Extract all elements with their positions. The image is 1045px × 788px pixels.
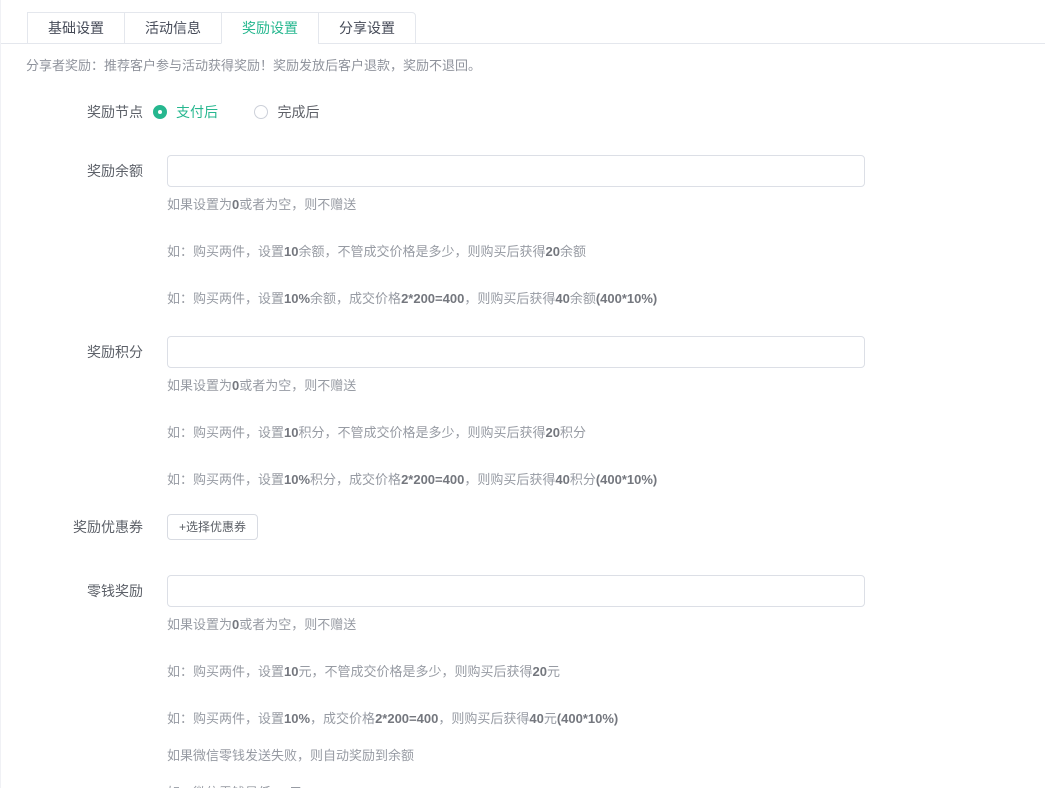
radio-selected-icon bbox=[153, 105, 167, 119]
tip-line: 如：购买两件，设置10余额，不管成交价格是多少，则购买后获得20余额 bbox=[167, 243, 865, 261]
tab-activity-info[interactable]: 活动信息 bbox=[124, 12, 222, 44]
radio-unselected-icon bbox=[254, 105, 268, 119]
radio-after-payment-label: 支付后 bbox=[176, 102, 218, 122]
tip-line: 如：购买两件，设置10元，不管成交价格是多少，则购买后获得20元 bbox=[167, 663, 865, 681]
reward-node-label: 奖励节点 bbox=[1, 102, 143, 122]
radio-after-completion[interactable]: 完成后 bbox=[254, 102, 319, 122]
reward-points-tips: 如果设置为0或者为空，则不赠送 如：购买两件，设置10积分，不管成交价格是多少，… bbox=[167, 377, 865, 489]
cash-reward-label: 零钱奖励 bbox=[1, 575, 143, 607]
cash-reward-row: 零钱奖励 如果设置为0或者为空，则不赠送 如：购买两件，设置10元，不管成交价格… bbox=[1, 575, 1045, 788]
select-coupon-button[interactable]: +选择优惠券 bbox=[167, 514, 258, 540]
tip-line: 如：购买两件，设置10%积分，成交价格2*200=400，则购买后获得40积分(… bbox=[167, 471, 865, 489]
reward-node-row: 奖励节点 支付后 完成后 bbox=[1, 102, 1045, 125]
tip-line: 如果设置为0或者为空，则不赠送 bbox=[167, 196, 865, 214]
reward-coupon-row: 奖励优惠券 +选择优惠券 bbox=[1, 514, 1045, 540]
radio-after-payment[interactable]: 支付后 bbox=[153, 102, 218, 122]
reward-coupon-label: 奖励优惠券 bbox=[1, 514, 143, 540]
cash-reward-input[interactable] bbox=[167, 575, 865, 607]
tip-line: 如果微信零钱发送失败，则自动奖励到余额 bbox=[167, 747, 865, 765]
tab-bar: 基础设置 活动信息 奖励设置 分享设置 bbox=[1, 0, 1045, 44]
sharer-reward-description: 分享者奖励：推荐客户参与活动获得奖励！奖励发放后客户退款，奖励不退回。 bbox=[26, 57, 1045, 75]
reward-balance-row: 奖励余额 如果设置为0或者为空，则不赠送 如：购买两件，设置10余额，不管成交价… bbox=[1, 155, 1045, 308]
reward-balance-label: 奖励余额 bbox=[1, 155, 143, 187]
radio-after-completion-label: 完成后 bbox=[277, 102, 319, 122]
tab-share-settings[interactable]: 分享设置 bbox=[318, 12, 416, 44]
reward-settings-page: 基础设置 活动信息 奖励设置 分享设置 分享者奖励：推荐客户参与活动获得奖励！奖… bbox=[0, 0, 1045, 788]
reward-points-input[interactable] bbox=[167, 336, 865, 368]
tip-line: 如果设置为0或者为空，则不赠送 bbox=[167, 377, 865, 395]
tip-line: 如：购买两件，设置10积分，不管成交价格是多少，则购买后获得20积分 bbox=[167, 424, 865, 442]
reward-points-row: 奖励积分 如果设置为0或者为空，则不赠送 如：购买两件，设置10积分，不管成交价… bbox=[1, 336, 1045, 489]
reward-points-label: 奖励积分 bbox=[1, 336, 143, 368]
reward-balance-input[interactable] bbox=[167, 155, 865, 187]
tip-line-clipped: 如：微信零钱最低0.3元 bbox=[167, 784, 865, 788]
tip-line: 如：购买两件，设置10%，成交价格2*200=400，则购买后获得40元(400… bbox=[167, 710, 865, 728]
reward-balance-tips: 如果设置为0或者为空，则不赠送 如：购买两件，设置10余额，不管成交价格是多少，… bbox=[167, 196, 865, 308]
tab-basic-settings[interactable]: 基础设置 bbox=[27, 12, 125, 44]
tip-line: 如：购买两件，设置10%余额，成交价格2*200=400，则购买后获得40余额(… bbox=[167, 290, 865, 308]
cash-reward-tips: 如果设置为0或者为空，则不赠送 如：购买两件，设置10元，不管成交价格是多少，则… bbox=[167, 616, 865, 788]
reward-node-radio-group: 支付后 完成后 bbox=[153, 102, 351, 125]
tip-line: 如果设置为0或者为空，则不赠送 bbox=[167, 616, 865, 634]
tab-reward-settings[interactable]: 奖励设置 bbox=[221, 12, 319, 44]
